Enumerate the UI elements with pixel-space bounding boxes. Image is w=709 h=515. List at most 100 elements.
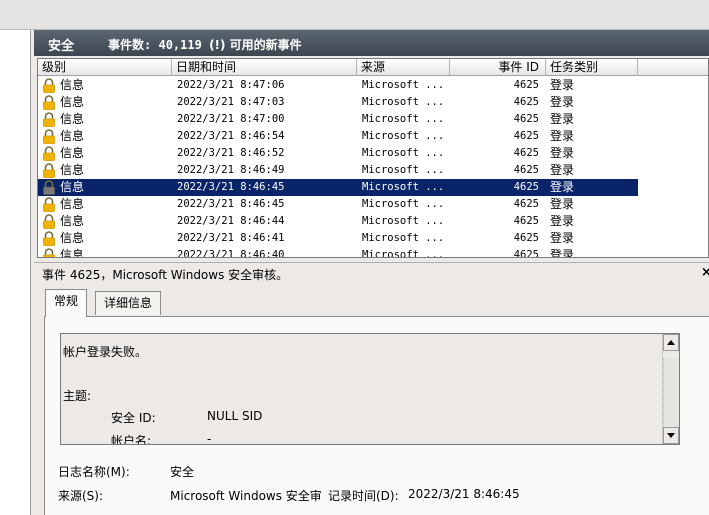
logged-value: 2022/3/21 8:46:45 — [408, 487, 520, 501]
lock-icon — [43, 129, 55, 144]
lock-icon — [43, 163, 55, 178]
event-id-cell: 4625 — [513, 79, 539, 91]
datetime-cell: 2022/3/21 8:46:52 — [177, 147, 285, 159]
event-id-cell: 4625 — [513, 181, 539, 193]
lock-icon — [43, 112, 55, 127]
category-cell: 登录 — [550, 180, 575, 194]
source-cell: Microsoft ... — [362, 130, 445, 142]
table-row[interactable]: 信息 2022/3/21 8:46:52 Microsoft ... 4625 登录 — [38, 145, 638, 162]
column-header-datetime[interactable]: 日期和时间 — [172, 59, 357, 76]
detail-title: 事件 4625，Microsoft Windows 安全审核。 — [42, 268, 289, 282]
level-cell: 信息 — [60, 129, 85, 143]
lock-icon — [43, 146, 55, 161]
event-id-cell: 4625 — [513, 96, 539, 108]
log-name-value: 安全 — [170, 465, 195, 479]
table-row[interactable]: 信息 2022/3/21 8:47:00 Microsoft ... 4625 登录 — [38, 111, 638, 128]
datetime-cell: 2022/3/21 8:46:54 — [177, 130, 285, 142]
datetime-cell: 2022/3/21 8:47:06 — [177, 79, 285, 91]
message-line: 帐户登录失败。 — [63, 345, 148, 359]
level-cell: 信息 — [60, 248, 85, 258]
category-cell: 登录 — [550, 95, 575, 109]
close-icon[interactable]: × — [701, 265, 709, 280]
source-value: Microsoft Windows 安全审 — [170, 489, 321, 503]
event-id-cell: 4625 — [513, 147, 539, 159]
column-header-source[interactable]: 来源 — [357, 59, 450, 76]
category-cell: 登录 — [550, 129, 575, 143]
account-name-value: - — [207, 432, 212, 445]
level-cell: 信息 — [60, 180, 85, 194]
level-cell: 信息 — [60, 197, 85, 211]
level-cell: 信息 — [60, 112, 85, 126]
source-cell: Microsoft ... — [362, 181, 445, 193]
table-row[interactable]: 信息 2022/3/21 8:47:06 Microsoft ... 4625 登录 — [38, 77, 638, 94]
event-count: 事件数: 40,119 (!) 可用的新事件 — [108, 38, 302, 52]
category-cell: 登录 — [550, 197, 575, 211]
lock-icon — [43, 180, 55, 195]
level-cell: 信息 — [60, 146, 85, 160]
lock-icon — [43, 248, 55, 257]
scroll-up-button[interactable] — [663, 334, 679, 351]
message-scrollbar[interactable] — [662, 334, 679, 444]
table-row[interactable]: 信息 2022/3/21 8:46:54 Microsoft ... 4625 登录 — [38, 128, 638, 145]
source-cell: Microsoft ... — [362, 232, 445, 244]
event-id-cell: 4625 — [513, 113, 539, 125]
table-row[interactable]: 信息 2022/3/21 8:46:40 Microsoft ... 4625 登录 — [38, 247, 638, 258]
table-row[interactable]: 信息 2022/3/21 8:46:44 Microsoft ... 4625 登录 — [38, 213, 638, 230]
event-id-cell: 4625 — [513, 215, 539, 227]
source-cell: Microsoft ... — [362, 147, 445, 159]
category-cell: 登录 — [550, 112, 575, 126]
detail-pane-titlebar: 事件 4625，Microsoft Windows 安全审核。 × — [34, 262, 709, 284]
category-cell: 登录 — [550, 163, 575, 177]
event-id-cell: 4625 — [513, 130, 539, 142]
datetime-cell: 2022/3/21 8:46:41 — [177, 232, 285, 244]
category-cell: 登录 — [550, 78, 575, 92]
source-label: 来源(S): — [58, 489, 104, 503]
level-cell: 信息 — [60, 163, 85, 177]
scroll-down-button[interactable] — [663, 427, 679, 444]
lock-icon — [43, 231, 55, 246]
source-cell: Microsoft ... — [362, 198, 445, 210]
account-name-label: 帐户名: — [111, 434, 152, 445]
console-tree-pane[interactable] — [0, 30, 31, 515]
log-header-bar: 安全 事件数: 40,119 (!) 可用的新事件 — [34, 30, 709, 56]
datetime-cell: 2022/3/21 8:46:45 — [177, 181, 285, 193]
source-cell: Microsoft ... — [362, 164, 445, 176]
arrow-down-icon — [667, 433, 675, 438]
logged-label: 记录时间(D): — [328, 489, 399, 503]
source-cell: Microsoft ... — [362, 113, 445, 125]
column-header-task-category[interactable]: 任务类别 — [546, 59, 638, 76]
column-header-level[interactable]: 级别 — [38, 59, 172, 76]
log-title: 安全 — [48, 39, 75, 54]
table-row[interactable]: 信息 2022/3/21 8:47:03 Microsoft ... 4625 登录 — [38, 94, 638, 111]
event-message-box[interactable]: 帐户登录失败。 主题: 安全 ID: NULL SID 帐户名: - — [60, 333, 680, 445]
source-cell: Microsoft ... — [362, 96, 445, 108]
event-id-cell: 4625 — [513, 249, 539, 258]
column-header-event-id[interactable]: 事件 ID — [450, 59, 546, 76]
table-row[interactable]: 信息 2022/3/21 8:46:49 Microsoft ... 4625 登录 — [38, 162, 638, 179]
event-list[interactable]: 级别 日期和时间 来源 事件 ID 任务类别 信息 2022/3/21 8:47:… — [37, 58, 709, 258]
source-cell: Microsoft ... — [362, 79, 445, 91]
level-cell: 信息 — [60, 231, 85, 245]
category-cell: 登录 — [550, 214, 575, 228]
table-row-selected[interactable]: 信息 2022/3/21 8:46:45 Microsoft ... 4625 登录 — [38, 179, 638, 196]
datetime-cell: 2022/3/21 8:47:03 — [177, 96, 285, 108]
category-cell: 登录 — [550, 248, 575, 258]
lock-icon — [43, 78, 55, 93]
lock-icon — [43, 214, 55, 229]
tab-details[interactable]: 详细信息 — [95, 291, 162, 315]
table-row[interactable]: 信息 2022/3/21 8:46:41 Microsoft ... 4625 登录 — [38, 230, 638, 247]
source-cell: Microsoft ... — [362, 215, 445, 227]
table-row[interactable]: 信息 2022/3/21 8:46:45 Microsoft ... 4625 登录 — [38, 196, 638, 213]
event-id-cell: 4625 — [513, 164, 539, 176]
subject-label: 主题: — [63, 389, 92, 403]
tab-general[interactable]: 常规 — [45, 289, 88, 317]
lock-icon — [43, 95, 55, 110]
datetime-cell: 2022/3/21 8:46:49 — [177, 164, 285, 176]
datetime-cell: 2022/3/21 8:46:44 — [177, 215, 285, 227]
column-header-filler — [638, 59, 708, 76]
arrow-up-icon — [667, 340, 675, 345]
datetime-cell: 2022/3/21 8:46:45 — [177, 198, 285, 210]
event-list-header: 级别 日期和时间 来源 事件 ID 任务类别 — [38, 59, 708, 76]
datetime-cell: 2022/3/21 8:47:00 — [177, 113, 285, 125]
level-cell: 信息 — [60, 78, 85, 92]
